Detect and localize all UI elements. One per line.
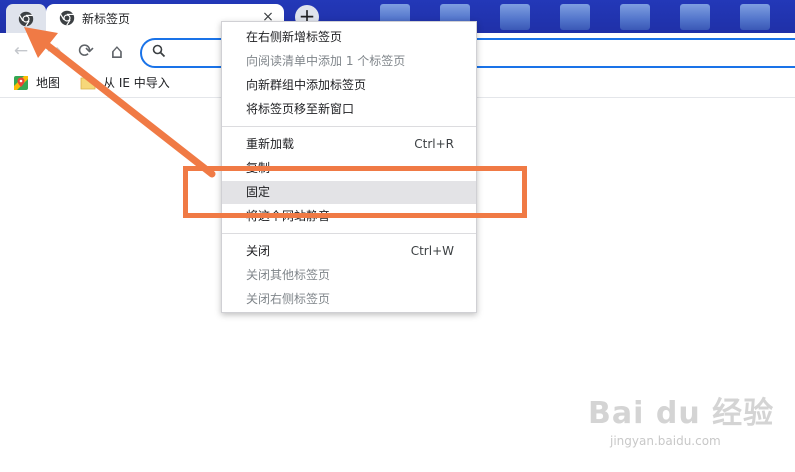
chrome-icon <box>59 10 75 26</box>
tab-context-menu: 在右侧新增标签页 向阅读清单中添加 1 个标签页 向新群组中添加标签页 将标签页… <box>221 21 477 313</box>
menu-item-label: 在右侧新增标签页 <box>246 30 343 44</box>
watermark-url: jingyan.baidu.com <box>610 434 721 448</box>
menu-item-reload[interactable]: 重新加载 Ctrl+R <box>222 133 476 156</box>
menu-item-label: 重新加载 <box>246 137 295 151</box>
menu-item-close-tabs-right[interactable]: 关闭右侧标签页 <box>222 288 476 311</box>
menu-separator <box>222 233 476 234</box>
menu-item-close-other-tabs[interactable]: 关闭其他标签页 <box>222 264 476 287</box>
forward-arrow-icon[interactable]: → <box>43 40 65 62</box>
menu-item-new-tab-right[interactable]: 在右侧新增标签页 <box>222 26 476 49</box>
menu-item-duplicate[interactable]: 复制 <box>222 157 476 180</box>
menu-item-add-to-reading-list[interactable]: 向阅读清单中添加 1 个标签页 <box>222 50 476 73</box>
menu-item-close[interactable]: 关闭 Ctrl+W <box>222 240 476 263</box>
menu-item-label: 固定 <box>246 185 271 199</box>
menu-item-mute-site[interactable]: 将这个网站静音 <box>222 205 476 228</box>
menu-item-shortcut: Ctrl+W <box>410 244 454 258</box>
bookmark-label: 地图 <box>36 76 61 90</box>
menu-item-label: 关闭 <box>246 244 271 258</box>
menu-item-label: 将标签页移至新窗口 <box>246 102 355 116</box>
menu-item-add-to-new-group[interactable]: 向新群组中添加标签页 <box>222 74 476 97</box>
home-icon[interactable]: ⌂ <box>106 40 128 62</box>
menu-item-label: 关闭其他标签页 <box>246 268 331 282</box>
desktop-icon <box>680 4 710 30</box>
maps-icon <box>14 75 28 90</box>
menu-item-label: 将这个网站静音 <box>246 209 331 223</box>
desktop-icon <box>500 4 530 30</box>
menu-item-pin[interactable]: 固定 <box>222 181 476 204</box>
desktop-icon <box>560 4 590 30</box>
search-icon <box>152 44 166 58</box>
menu-item-label: 关闭右侧标签页 <box>246 292 331 306</box>
chrome-icon <box>18 11 34 27</box>
bookmark-maps[interactable]: 地图 <box>13 74 60 91</box>
menu-item-label: 复制 <box>246 161 271 175</box>
tab-title: 新标签页 <box>82 12 131 26</box>
menu-item-label: 向新群组中添加标签页 <box>246 78 367 92</box>
menu-item-label: 向阅读清单中添加 1 个标签页 <box>246 54 406 68</box>
reload-icon[interactable]: ⟳ <box>75 40 97 62</box>
menu-separator <box>222 126 476 127</box>
bookmark-import-ie[interactable]: 从 IE 中导入 <box>80 74 170 91</box>
baidu-jingyan-watermark: Bai du 经验 jingyan.baidu.com <box>588 388 788 458</box>
bookmark-label: 从 IE 中导入 <box>103 76 170 90</box>
desktop-icon <box>620 4 650 30</box>
menu-item-shortcut: Ctrl+R <box>414 137 454 151</box>
pinned-tab[interactable] <box>6 4 46 33</box>
folder-icon <box>80 77 96 89</box>
menu-item-move-to-new-window[interactable]: 将标签页移至新窗口 <box>222 98 476 121</box>
watermark-brand: Bai du 经验 <box>588 396 775 431</box>
back-arrow-icon[interactable]: ← <box>10 40 32 62</box>
desktop-icon <box>740 4 770 30</box>
